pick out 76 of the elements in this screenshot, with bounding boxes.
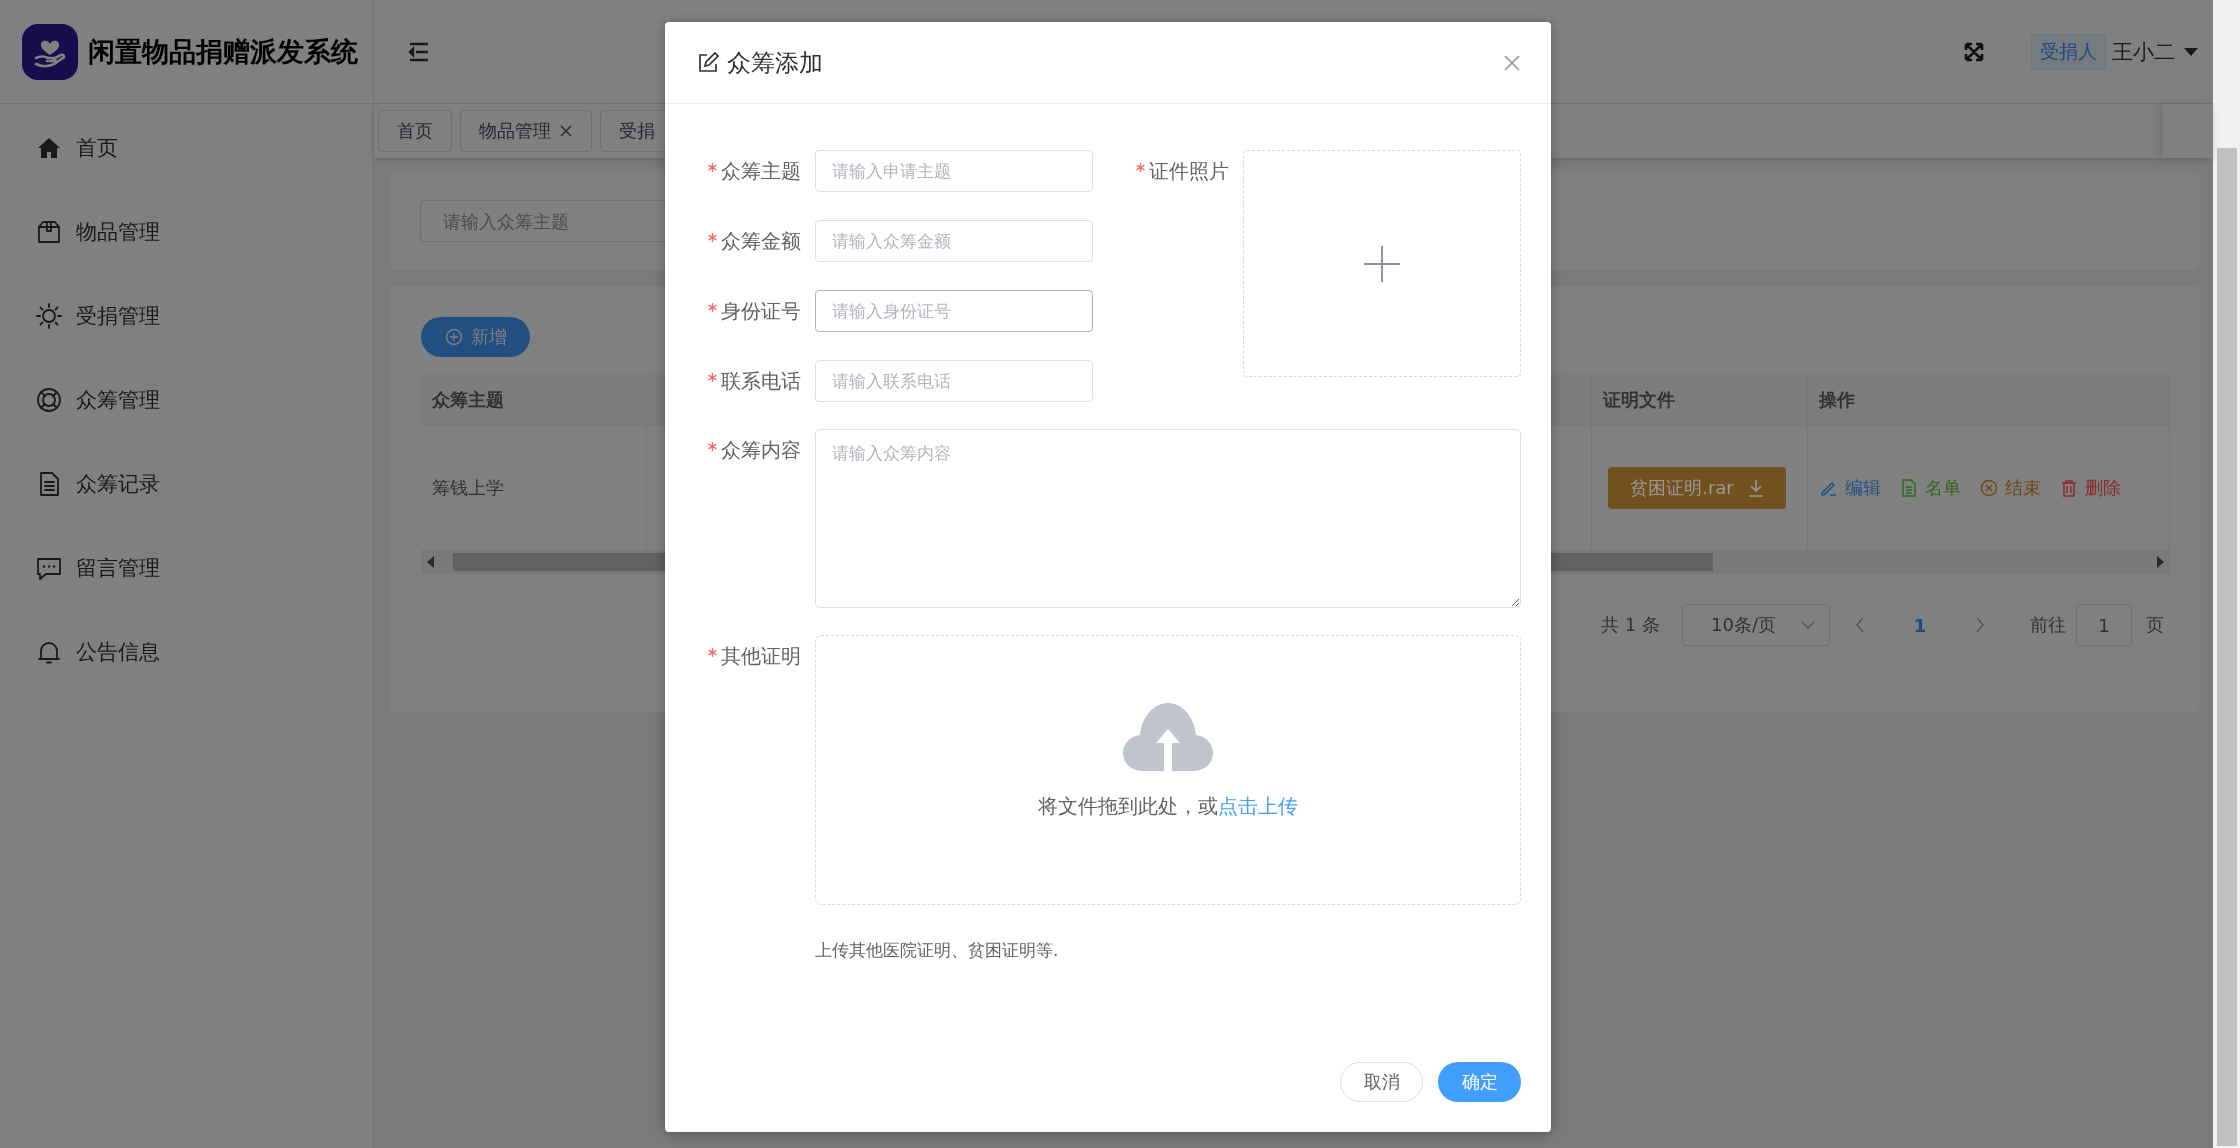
user-menu[interactable]: 王小二 [2112, 37, 2199, 66]
action-link[interactable]: 结束 [1979, 476, 2041, 500]
cloud-upload-icon [1123, 702, 1213, 771]
user-name: 王小二 [2112, 38, 2175, 66]
action-link[interactable]: 编辑 [1819, 476, 1881, 500]
tab-label: 受捐 [619, 119, 655, 143]
vertical-scrollbar[interactable] [2213, 0, 2240, 1148]
box-icon [36, 219, 62, 245]
tab-label: 物品管理 [479, 119, 551, 143]
page-size-select[interactable]: 10条/页 [1682, 604, 1830, 646]
lifebuoy-icon [36, 387, 62, 413]
page-number[interactable]: 1 [1890, 614, 1950, 636]
chevron-down-icon [1801, 621, 1815, 629]
goto-label: 前往 [2030, 613, 2066, 637]
document-icon [1899, 478, 1919, 498]
sidebar-item[interactable]: 公告信息 [76, 638, 160, 666]
sidebar-item[interactable]: 留言管理 [76, 554, 160, 582]
logo-icon [22, 23, 78, 80]
sidebar-item[interactable]: 物品管理 [76, 218, 160, 246]
circle-x-icon [1979, 478, 1999, 498]
sidebar-item[interactable]: 首页 [76, 134, 118, 162]
download-icon [1747, 479, 1764, 497]
field-label: 联系电话 [721, 367, 801, 395]
file-drop-area[interactable]: 将文件拖到此处，或点击上传 [815, 635, 1521, 905]
column-header: 众筹主题 [421, 374, 647, 426]
field-label: 众筹主题 [721, 157, 801, 185]
field-label: 其他证明 [721, 642, 801, 670]
input-field[interactable]: 请输入身份证号 [815, 290, 1093, 332]
drop-instruction: 将文件拖到此处，或点击上传 [1038, 792, 1298, 820]
tab-label: 首页 [397, 119, 433, 143]
field-label: 证件照片 [1149, 157, 1229, 185]
action-link[interactable]: 删除 [2059, 476, 2121, 500]
goto-page-field[interactable]: 1 [2076, 604, 2132, 646]
input-field[interactable]: 请输入联系电话 [815, 360, 1093, 402]
dialog-title: 众筹添加 [727, 47, 823, 79]
sidebar-item[interactable]: 受捐管理 [76, 302, 160, 330]
tab[interactable]: 首页 [378, 110, 452, 152]
plus-icon [1364, 245, 1400, 282]
scroll-right-icon[interactable] [2156, 556, 2164, 568]
bell-icon [36, 639, 62, 665]
file-download-button[interactable]: 贫困证明.rar [1608, 467, 1786, 509]
app-title: 闲置物品捐赠派发系统 [88, 34, 358, 69]
fullscreen-icon[interactable] [1963, 40, 1985, 63]
add-button[interactable]: 新增 [421, 317, 530, 357]
page-unit: 页 [2146, 613, 2164, 637]
edit-icon [697, 51, 719, 74]
upload-link[interactable]: 点击上传 [1218, 793, 1298, 818]
column-header: 证明文件 [1592, 374, 1808, 426]
role-tag: 受捐人 [2031, 33, 2106, 70]
sun-icon [36, 303, 62, 329]
scroll-left-icon[interactable] [427, 556, 435, 568]
sidebar-item[interactable]: 众筹管理 [76, 386, 160, 414]
input-field[interactable]: 请输入申请主题 [815, 150, 1093, 192]
home-icon [36, 135, 62, 161]
text-area[interactable]: 请输入众筹内容 [815, 429, 1521, 608]
total-count: 共 1 条 [1601, 613, 1660, 637]
next-page-icon[interactable] [1975, 617, 1985, 633]
previous-page-icon[interactable] [1855, 617, 1865, 633]
trash-icon [2059, 478, 2079, 498]
scrollbar-thumb[interactable] [2217, 148, 2237, 1146]
close-icon[interactable] [559, 124, 573, 138]
close-icon[interactable] [1503, 53, 1521, 72]
sidebar-item[interactable]: 众筹记录 [76, 470, 160, 498]
plus-circle-icon [444, 328, 463, 346]
input-field[interactable]: 请输入众筹金额 [815, 220, 1093, 262]
caret-icon [2183, 46, 2199, 57]
column-header: 操作 [1808, 374, 2170, 426]
confirm-button[interactable]: 确定 [1438, 1062, 1521, 1102]
cancel-button[interactable]: 取消 [1340, 1062, 1423, 1102]
field-label: 众筹内容 [721, 436, 801, 464]
tab[interactable]: 物品管理 [460, 110, 592, 152]
menu-icon[interactable] [408, 41, 430, 62]
field-label: 身份证号 [721, 297, 801, 325]
chat-icon [36, 555, 62, 581]
upload-hint: 上传其他医院证明、贫困证明等. [815, 939, 1060, 962]
page-size-value: 10条/页 [1711, 613, 1776, 637]
